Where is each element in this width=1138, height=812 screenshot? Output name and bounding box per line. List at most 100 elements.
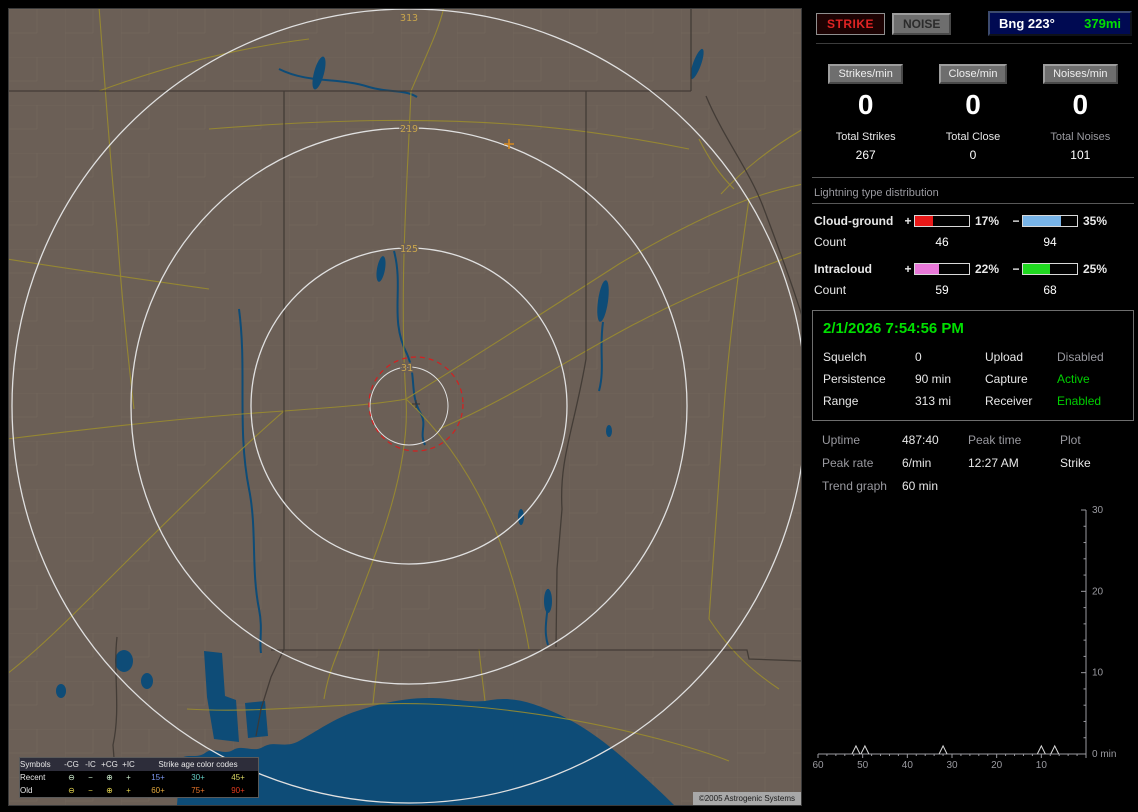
ring-label-313: 313: [400, 13, 418, 24]
age-code-45: 45+: [231, 773, 245, 782]
recent-ncg-icon: ⊖: [68, 773, 75, 782]
stats-row-trend: Trend graph 60 min: [822, 479, 1132, 493]
close-counter: Close/min 0 Total Close 0: [919, 64, 1026, 162]
stats-row-uptime: Uptime 487:40 Peak time Plot: [822, 433, 1132, 447]
total-noises-label: Total Noises: [1050, 131, 1111, 143]
capture-label: Capture: [985, 372, 1028, 386]
trend-graph-label: Trend graph: [822, 479, 887, 493]
capture-status: Active: [1057, 372, 1090, 386]
legend-row-label-recent: Recent: [20, 773, 46, 782]
status-row-range: Range 313 mi Receiver Enabled: [823, 394, 1123, 408]
svg-text:20: 20: [991, 760, 1003, 771]
minus-sign: −: [1012, 214, 1020, 228]
old-pic-icon: +: [126, 786, 131, 795]
range-label: Range: [823, 394, 859, 408]
rate-counters: Strikes/min 0 Total Strikes 267 Close/mi…: [812, 64, 1134, 162]
cloud-ground-label: Cloud-ground: [814, 214, 894, 228]
squelch-value: 0: [915, 350, 922, 364]
total-close-value: 0: [969, 148, 977, 162]
peak-rate-label: Peak rate: [822, 456, 874, 470]
system-status-box: 2/1/2026 7:54:56 PM Squelch 0 Upload Dis…: [812, 310, 1134, 421]
age-code-60: 60+: [151, 786, 165, 795]
svg-text:30: 30: [1092, 505, 1104, 516]
svg-text:10: 10: [1092, 668, 1104, 679]
recent-pic-icon: +: [126, 773, 131, 782]
persistence-label: Persistence: [823, 372, 886, 386]
cg-positive-count: 46: [935, 235, 949, 249]
strikes-per-min-chip[interactable]: Strikes/min: [828, 64, 903, 84]
map-canvas: 31 125 219 313: [9, 9, 801, 805]
age-code-30: 30+: [191, 773, 205, 782]
strike-mode-button[interactable]: STRIKE: [816, 12, 886, 35]
svg-text:10: 10: [1036, 760, 1048, 771]
cg-positive-bar: [914, 215, 970, 227]
noise-mode-button[interactable]: NOISE: [892, 12, 952, 35]
close-rate-value: 0: [965, 89, 981, 120]
legend-row-label-old: Old: [20, 786, 33, 795]
peak-rate-value: 6/min: [902, 456, 932, 470]
ring-label-219: 219: [400, 124, 418, 135]
plot-label: Plot: [1060, 433, 1081, 447]
distribution-title: Lightning type distribution: [812, 187, 1134, 204]
total-strikes-value: 267: [855, 148, 876, 162]
section-divider: [812, 177, 1134, 178]
plus-sign: +: [904, 214, 912, 228]
intracloud-count-row: Count 59 68: [814, 283, 1134, 297]
ic-negative-pct: 25%: [1083, 262, 1108, 276]
plus-sign: +: [904, 262, 912, 276]
bearing-label: Bng 223°: [999, 16, 1055, 31]
svg-text:40: 40: [902, 760, 914, 771]
svg-text:20: 20: [1092, 586, 1104, 597]
lightning-map[interactable]: 31 125 219 313 Symbols -CG -IC +CG +IC S…: [8, 8, 802, 806]
legend-col-nic: -IC: [85, 760, 96, 769]
ic-negative-count: 68: [1043, 283, 1057, 297]
mode-toolbar: STRIKE NOISE Bng 223° 379mi: [816, 11, 1132, 44]
cloud-ground-count-row: Count 46 94: [814, 235, 1134, 249]
status-row-squelch: Squelch 0 Upload Disabled: [823, 350, 1123, 364]
trend-graph: 0 min 10 20 30 60 50 40 30 20 10: [812, 505, 1116, 771]
svg-text:60: 60: [812, 760, 824, 771]
noises-rate-value: 0: [1072, 89, 1089, 120]
strikes-rate-value: 0: [857, 89, 874, 120]
trend-window-value: 60 min: [902, 479, 939, 493]
cloud-ground-row: Cloud-ground + 17% − 35%: [814, 214, 1134, 228]
uptime-label: Uptime: [822, 433, 861, 447]
legend-col-pcg: +CG: [101, 760, 118, 769]
total-strikes-label: Total Strikes: [835, 131, 896, 143]
cg-negative-pct: 35%: [1083, 214, 1108, 228]
age-code-75: 75+: [191, 786, 205, 795]
uptime-value: 487:40: [902, 433, 939, 447]
age-code-15: 15+: [151, 773, 165, 782]
receiver-status: Enabled: [1057, 394, 1102, 408]
receiver-label: Receiver: [985, 394, 1033, 408]
ic-positive-count: 59: [935, 283, 949, 297]
ring-label-31: 31: [401, 363, 413, 374]
total-noises-value: 101: [1070, 148, 1091, 162]
peak-time-label: Peak time: [968, 433, 1022, 447]
bearing-readout: Bng 223° 379mi: [988, 11, 1132, 36]
total-close-label: Total Close: [945, 131, 1001, 143]
ic-positive-pct: 22%: [975, 262, 1000, 276]
squelch-label: Squelch: [823, 350, 867, 364]
legend-age-header: Strike age color codes: [158, 760, 238, 769]
bearing-distance: 379mi: [1084, 16, 1121, 31]
close-per-min-chip[interactable]: Close/min: [938, 64, 1008, 84]
noises-per-min-chip[interactable]: Noises/min: [1043, 64, 1118, 84]
upload-label: Upload: [985, 350, 1024, 364]
stats-row-peak: Peak rate 6/min 12:27 AM Strike: [822, 456, 1132, 470]
persistence-value: 90 min: [915, 372, 952, 386]
old-nic-icon: −: [88, 786, 93, 795]
cg-negative-count: 94: [1043, 235, 1057, 249]
ic-negative-bar: [1022, 263, 1078, 275]
status-row-persistence: Persistence 90 min Capture Active: [823, 372, 1123, 386]
session-stats: Uptime 487:40 Peak time Plot Peak rate 6…: [812, 433, 1134, 493]
legend-symbols-header: Symbols: [20, 760, 51, 769]
svg-text:50: 50: [857, 760, 869, 771]
current-datetime: 2/1/2026 7:54:56 PM: [823, 320, 964, 337]
old-pcg-icon: ⊕: [106, 786, 113, 795]
svg-text:30: 30: [946, 760, 958, 771]
upload-status: Disabled: [1057, 350, 1104, 364]
legend-col-ncg: -CG: [64, 760, 79, 769]
cg-negative-bar: [1022, 215, 1078, 227]
recent-nic-icon: −: [88, 773, 93, 782]
